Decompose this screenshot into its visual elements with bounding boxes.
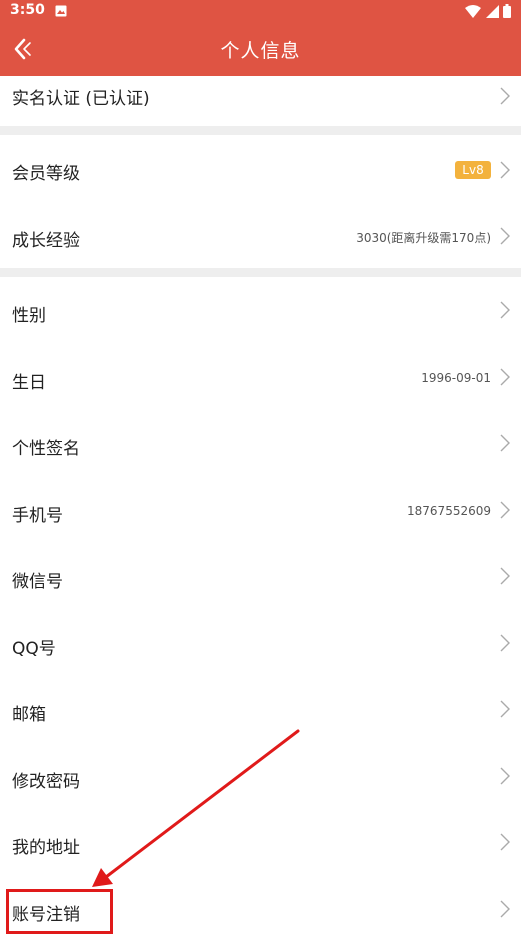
annotation-arrow <box>92 729 300 887</box>
